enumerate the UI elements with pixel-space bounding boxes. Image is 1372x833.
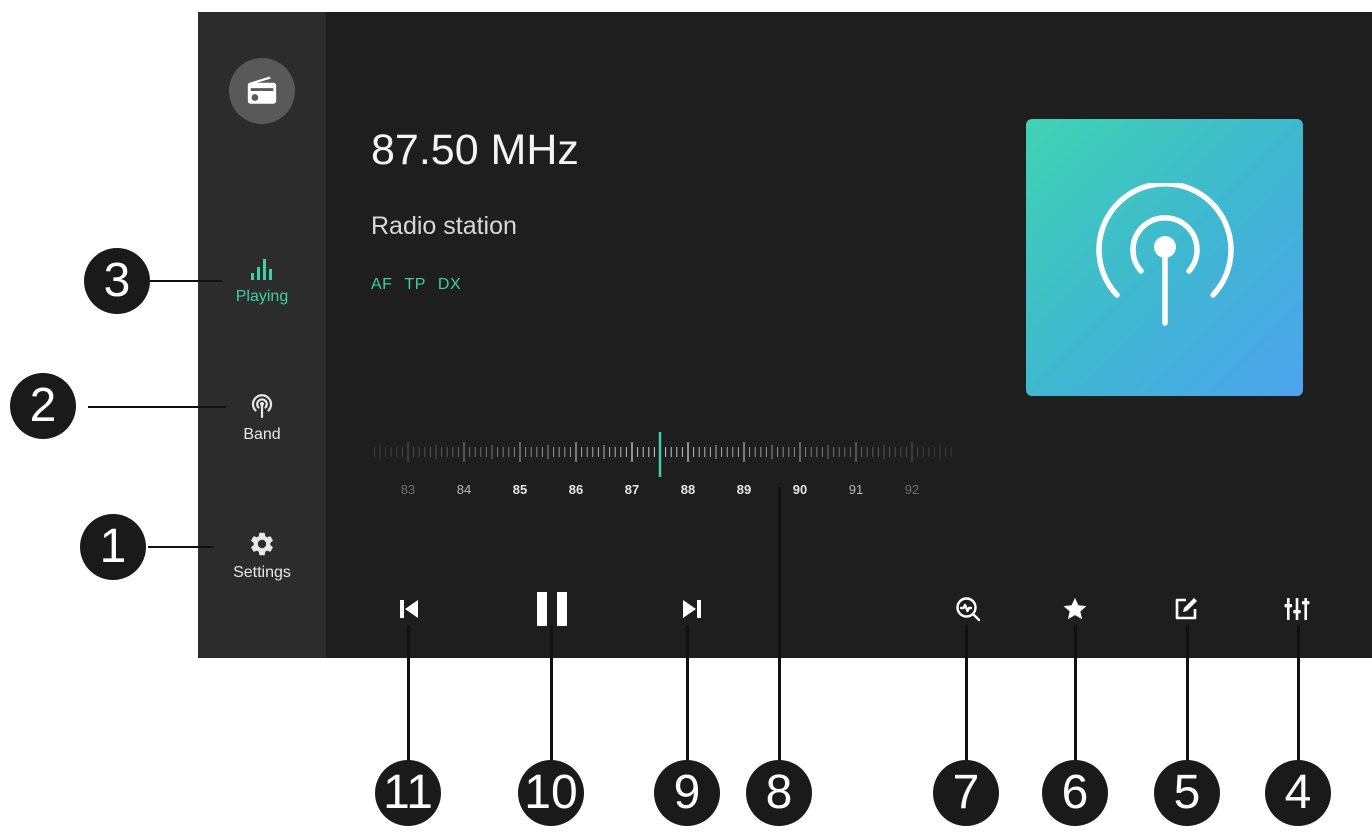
leader-5 [1186, 625, 1189, 762]
previous-button[interactable] [389, 589, 429, 629]
leader-7 [965, 625, 968, 762]
favorite-icon [1063, 597, 1087, 620]
broadcast-icon [1095, 182, 1234, 326]
leader-4 [1297, 625, 1300, 762]
leader-1 [148, 546, 214, 548]
callout-7: 7 [933, 760, 999, 826]
frequency-display: 87.50 MHz [371, 126, 579, 174]
scan-icon [956, 597, 981, 622]
callout-2: 2 [10, 373, 76, 439]
tuner-scale[interactable] [368, 422, 952, 478]
tuner-tick-label: 85 [512, 482, 528, 497]
leader-8 [778, 487, 781, 762]
pause-icon [537, 592, 567, 626]
frequency-tuner[interactable]: 83 84 85 86 87 88 89 90 91 92 [368, 422, 952, 497]
callout-3: 3 [84, 248, 150, 314]
tuner-tick-label: 91 [848, 482, 864, 497]
previous-icon [400, 600, 418, 618]
equalizer-icon [1284, 598, 1310, 620]
tuner-tick-label: 84 [456, 482, 472, 497]
callout-10: 10 [518, 760, 584, 826]
leader-9 [686, 625, 689, 762]
callout-6: 6 [1042, 760, 1108, 826]
callout-5: 5 [1154, 760, 1220, 826]
antenna-icon [251, 394, 273, 419]
next-button[interactable] [672, 589, 712, 629]
sidebar-item-label: Playing [235, 288, 289, 305]
sidebar-item-settings[interactable]: Settings [198, 530, 326, 582]
callout-4: 4 [1265, 760, 1331, 826]
station-name: Radio station [371, 212, 517, 240]
callout-1: 1 [80, 514, 146, 580]
flag-dx[interactable]: DX [438, 276, 461, 294]
tuner-tick-label: 89 [736, 482, 752, 497]
gear-icon [251, 532, 273, 556]
sidebar-item-band[interactable]: Band [198, 392, 326, 444]
tuner-tick-label: 90 [792, 482, 808, 497]
flag-af[interactable]: AF [371, 276, 392, 294]
leader-10 [550, 625, 553, 762]
leader-2 [88, 406, 226, 408]
equalizer-button[interactable] [1277, 589, 1317, 629]
tuner-tick-label: 86 [568, 482, 584, 497]
leader-11 [407, 625, 410, 762]
radio-screen: Playing Band Settings 87.50 MHz Radio st… [198, 12, 1372, 658]
tuner-tick-label: 87 [624, 482, 640, 497]
pause-button[interactable] [532, 589, 572, 629]
radio-icon[interactable] [229, 58, 295, 124]
rds-flags: AF TP DX [371, 276, 461, 294]
edit-icon [1175, 598, 1197, 620]
favorite-button[interactable] [1055, 589, 1095, 629]
callout-11: 11 [375, 760, 441, 826]
callout-9: 9 [654, 760, 720, 826]
tuner-tick-label: 83 [400, 482, 416, 497]
callout-8: 8 [746, 760, 812, 826]
leader-6 [1074, 625, 1077, 762]
sidebar-item-label: Band [243, 426, 281, 443]
scan-button[interactable] [948, 589, 988, 629]
flag-tp[interactable]: TP [404, 276, 425, 294]
tuner-tick-label: 92 [904, 482, 920, 497]
next-icon [683, 600, 701, 618]
station-artwork [1026, 119, 1303, 396]
edit-button[interactable] [1166, 589, 1206, 629]
sidebar: Playing Band Settings [198, 12, 326, 658]
leader-3 [150, 280, 222, 282]
sidebar-item-label: Settings [233, 564, 291, 581]
tuner-tick-label: 88 [680, 482, 696, 497]
bars-icon [251, 259, 272, 280]
